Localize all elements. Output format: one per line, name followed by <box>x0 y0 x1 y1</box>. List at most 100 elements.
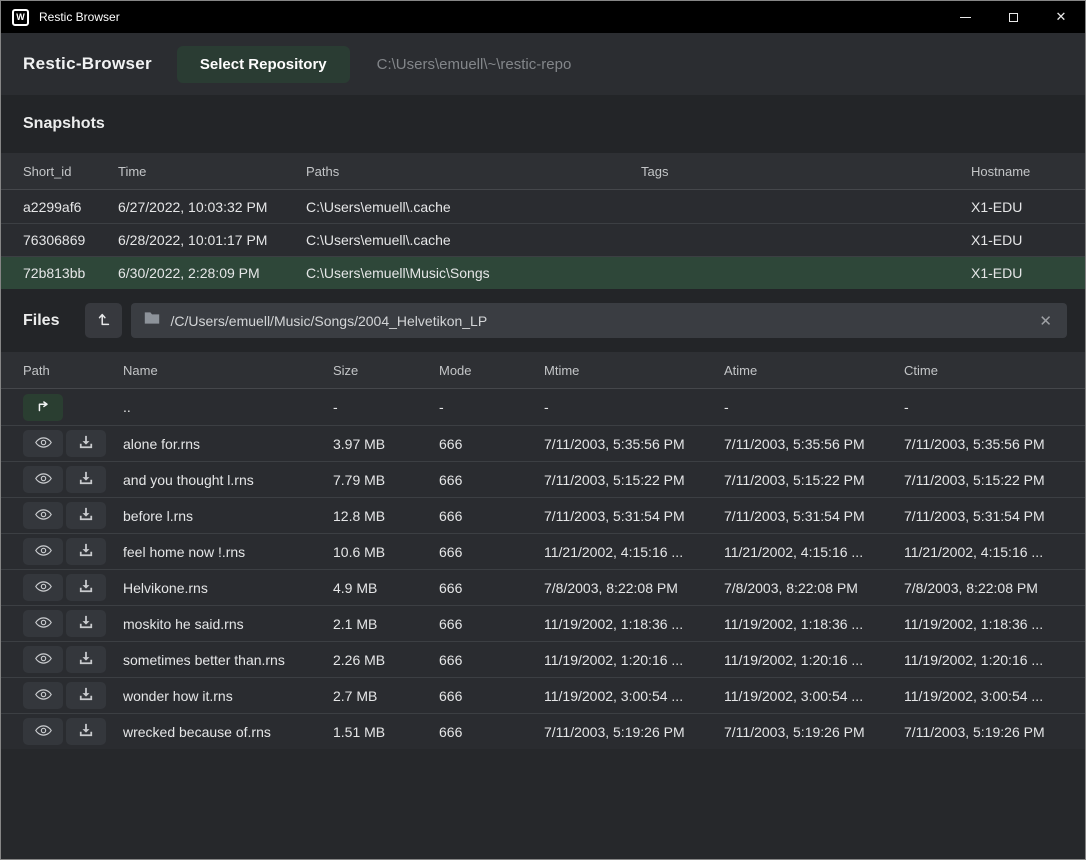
snapshot-paths: C:\Users\emuell\.cache <box>306 232 641 248</box>
repository-path: C:\Users\emuell\~\restic-repo <box>377 56 572 73</box>
download-file-button[interactable] <box>66 682 106 709</box>
file-mode: 666 <box>439 544 544 560</box>
file-size: 7.79 MB <box>333 472 439 488</box>
snapshot-time: 6/27/2022, 10:03:32 PM <box>118 199 306 215</box>
file-mode: 666 <box>439 472 544 488</box>
file-row: Helvikone.rns 4.9 MB 666 7/8/2003, 8:22:… <box>1 569 1085 605</box>
files-section-header: Files /C/Users/emuell/Music/Songs/2004_H… <box>1 289 1085 352</box>
file-mtime: 7/11/2003, 5:35:56 PM <box>544 436 724 452</box>
file-ctime: 7/8/2003, 8:22:08 PM <box>904 580 1063 596</box>
up-directory-icon <box>96 311 112 330</box>
download-file-button[interactable] <box>66 718 106 745</box>
file-mode: 666 <box>439 580 544 596</box>
close-button[interactable]: ✕ <box>1037 1 1085 33</box>
select-repository-button[interactable]: Select Repository <box>177 46 350 83</box>
download-file-button[interactable] <box>66 610 106 637</box>
files-title: Files <box>23 312 59 330</box>
snapshots-section-header: Snapshots <box>1 95 1085 153</box>
parent-directory-row: .. - - - - - <box>1 389 1085 425</box>
eye-icon <box>35 724 52 740</box>
titlebar: W Restic Browser ✕ <box>1 1 1085 33</box>
col-short-id: Short_id <box>23 164 118 179</box>
file-name: sometimes better than.rns <box>123 652 333 668</box>
preview-file-button[interactable] <box>23 610 63 637</box>
download-icon <box>79 543 93 560</box>
file-atime: 7/11/2003, 5:31:54 PM <box>724 508 904 524</box>
file-size: 4.9 MB <box>333 580 439 596</box>
download-file-button[interactable] <box>66 466 106 493</box>
preview-file-button[interactable] <box>23 502 63 529</box>
eye-icon <box>35 616 52 632</box>
file-row: alone for.rns 3.97 MB 666 7/11/2003, 5:3… <box>1 425 1085 461</box>
download-file-button[interactable] <box>66 574 106 601</box>
file-ctime: 11/19/2002, 1:18:36 ... <box>904 616 1063 632</box>
maximize-icon <box>1009 13 1018 22</box>
file-atime: - <box>724 399 904 415</box>
eye-icon <box>35 544 52 560</box>
file-mtime: 11/19/2002, 1:20:16 ... <box>544 652 724 668</box>
snapshot-row[interactable]: 72b813bb 6/30/2022, 2:28:09 PM C:\Users\… <box>1 256 1085 289</box>
snapshot-row[interactable]: 76306869 6/28/2022, 10:01:17 PM C:\Users… <box>1 223 1085 256</box>
file-mtime: - <box>544 399 724 415</box>
eye-icon <box>35 472 52 488</box>
file-mode: 666 <box>439 616 544 632</box>
clear-path-button[interactable]: ✕ <box>1037 312 1054 330</box>
snapshot-row[interactable]: a2299af6 6/27/2022, 10:03:32 PM C:\Users… <box>1 190 1085 223</box>
snapshot-short-id: 72b813bb <box>23 265 118 281</box>
file-size: 2.1 MB <box>333 616 439 632</box>
preview-file-button[interactable] <box>23 574 63 601</box>
col-hostname: Hostname <box>971 164 1063 179</box>
download-icon <box>79 651 93 668</box>
current-path-value: /C/Users/emuell/Music/Songs/2004_Helveti… <box>170 313 1037 329</box>
snapshot-time: 6/28/2022, 10:01:17 PM <box>118 232 306 248</box>
preview-file-button[interactable] <box>23 466 63 493</box>
eye-icon <box>35 580 52 596</box>
col-paths: Paths <box>306 164 641 179</box>
open-parent-directory-button[interactable] <box>23 394 63 421</box>
preview-file-button[interactable] <box>23 430 63 457</box>
file-mtime: 7/8/2003, 8:22:08 PM <box>544 580 724 596</box>
file-name: Helvikone.rns <box>123 580 333 596</box>
file-ctime: 11/19/2002, 1:20:16 ... <box>904 652 1063 668</box>
maximize-button[interactable] <box>989 1 1037 33</box>
app-title: Restic-Browser <box>23 54 152 74</box>
file-mtime: 11/19/2002, 3:00:54 ... <box>544 688 724 704</box>
file-mode: 666 <box>439 508 544 524</box>
file-mode: 666 <box>439 436 544 452</box>
download-file-button[interactable] <box>66 538 106 565</box>
preview-file-button[interactable] <box>23 646 63 673</box>
preview-file-button[interactable] <box>23 538 63 565</box>
snapshot-short-id: a2299af6 <box>23 199 118 215</box>
current-path-input[interactable]: /C/Users/emuell/Music/Songs/2004_Helveti… <box>131 303 1067 338</box>
col-tags: Tags <box>641 164 971 179</box>
app-logo-icon: W <box>12 9 29 26</box>
file-ctime: 7/11/2003, 5:15:22 PM <box>904 472 1063 488</box>
preview-file-button[interactable] <box>23 682 63 709</box>
file-size: 2.7 MB <box>333 688 439 704</box>
preview-file-button[interactable] <box>23 718 63 745</box>
col-mtime: Mtime <box>544 363 724 378</box>
download-file-button[interactable] <box>66 430 106 457</box>
file-mtime: 11/19/2002, 1:18:36 ... <box>544 616 724 632</box>
file-row: wonder how it.rns 2.7 MB 666 11/19/2002,… <box>1 677 1085 713</box>
download-icon <box>79 435 93 452</box>
file-size: 1.51 MB <box>333 724 439 740</box>
clear-path-icon: ✕ <box>1039 313 1052 330</box>
file-name: and you thought l.rns <box>123 472 333 488</box>
minimize-button[interactable] <box>941 1 989 33</box>
file-row: feel home now !.rns 10.6 MB 666 11/21/20… <box>1 533 1085 569</box>
col-path: Path <box>23 363 123 378</box>
snapshots-table-header: Short_id Time Paths Tags Hostname <box>1 153 1085 190</box>
col-atime: Atime <box>724 363 904 378</box>
file-size: 2.26 MB <box>333 652 439 668</box>
file-name: alone for.rns <box>123 436 333 452</box>
download-file-button[interactable] <box>66 646 106 673</box>
files-table-header: Path Name Size Mode Mtime Atime Ctime <box>1 352 1085 389</box>
col-mode: Mode <box>439 363 544 378</box>
download-file-button[interactable] <box>66 502 106 529</box>
files-table-body: .. - - - - - alone for.rns 3.97 MB 666 7… <box>1 389 1085 749</box>
file-name: feel home now !.rns <box>123 544 333 560</box>
file-atime: 11/19/2002, 1:20:16 ... <box>724 652 904 668</box>
up-directory-button[interactable] <box>85 303 122 338</box>
snapshot-paths: C:\Users\emuell\.cache <box>306 199 641 215</box>
